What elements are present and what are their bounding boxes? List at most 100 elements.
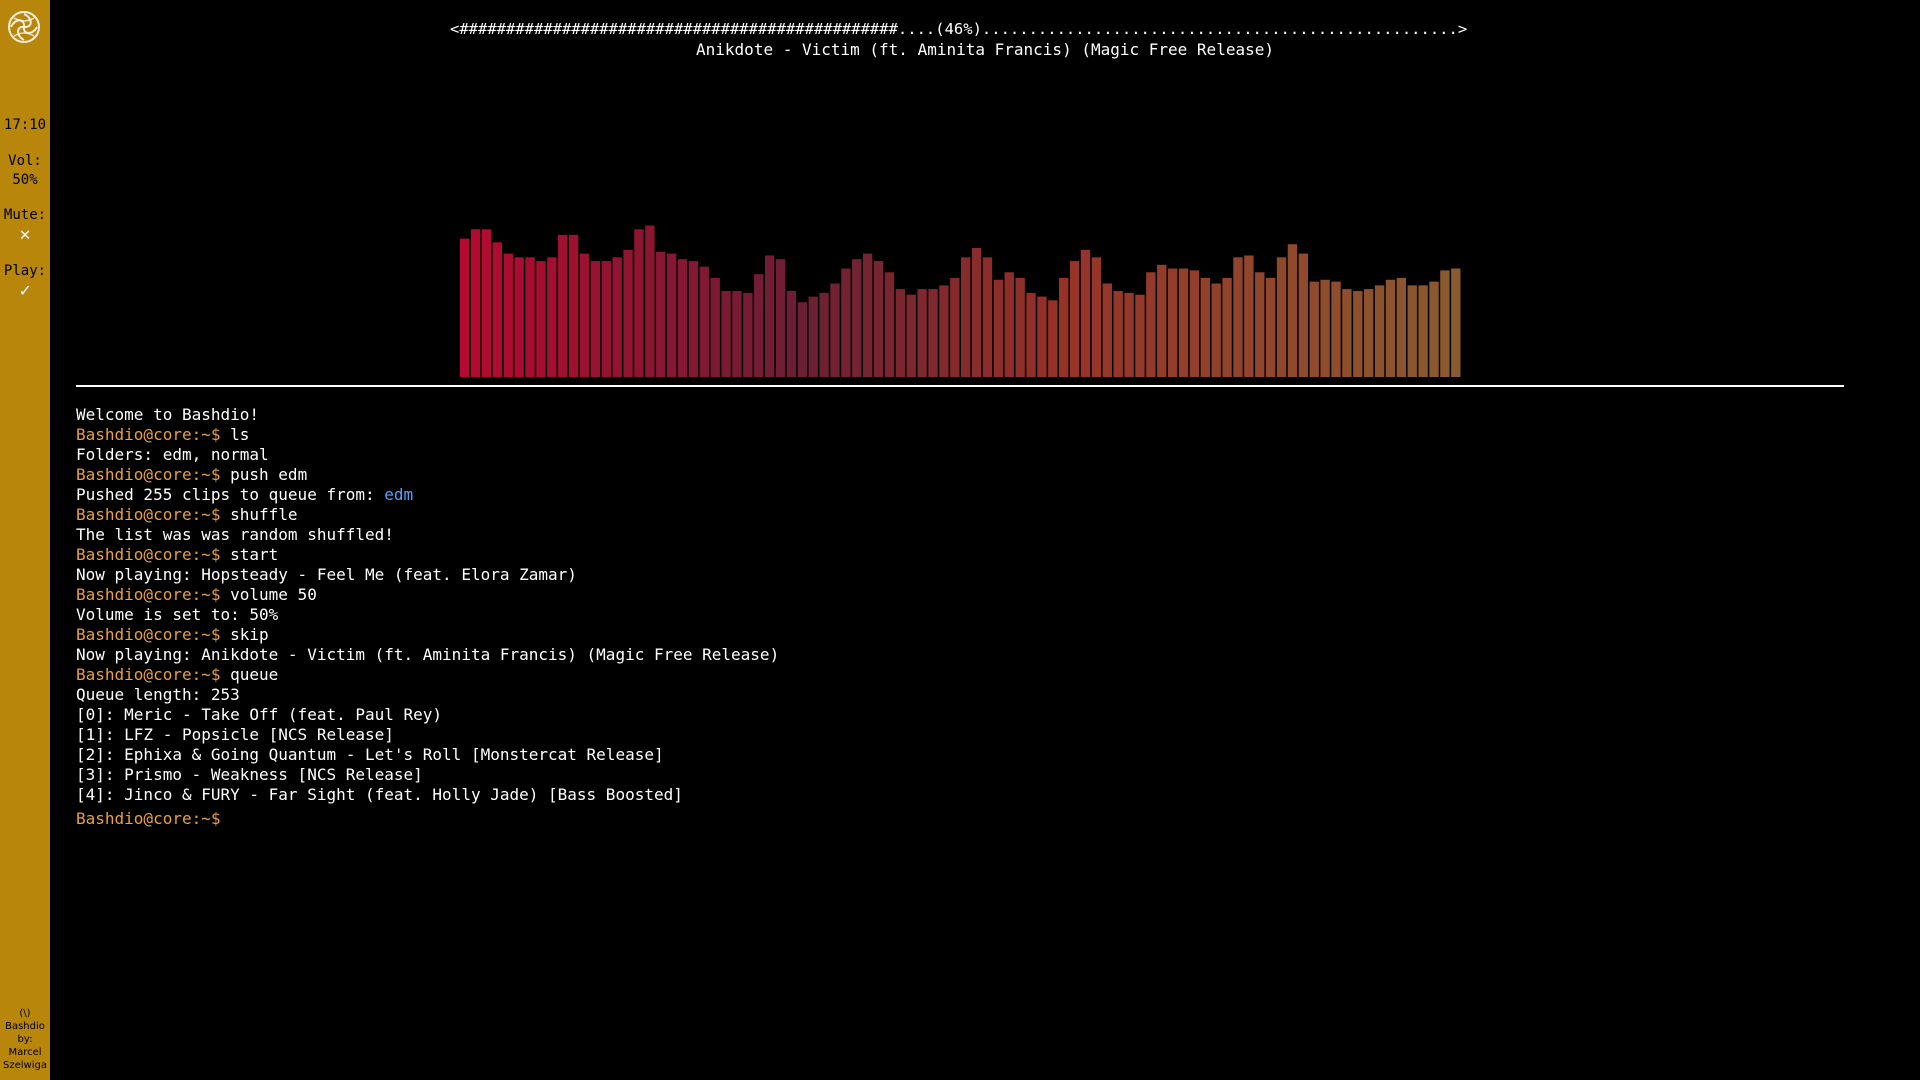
visualizer-bar bbox=[743, 292, 753, 377]
terminal-line: Pushed 255 clips to queue from: edm bbox=[76, 485, 1776, 505]
terminal-output[interactable]: Welcome to Bashdio! Bashdio@core:~$ ls Fol… bbox=[76, 405, 1776, 829]
terminal-line: Folders: edm, normal bbox=[76, 445, 1776, 465]
visualizer-bar bbox=[1320, 279, 1330, 377]
visualizer-bar bbox=[939, 285, 949, 377]
terminal-text: [0]: Meric - Take Off (feat. Paul Rey) bbox=[76, 705, 443, 724]
visualizer-bar bbox=[950, 277, 960, 377]
terminal-command: start bbox=[220, 545, 279, 564]
terminal-prompt: Bashdio@core:~$ bbox=[76, 505, 221, 524]
terminal-line: Queue length: 253 bbox=[76, 685, 1776, 705]
terminal-line: [1]: LFZ - Popsicle [NCS Release] bbox=[76, 725, 1776, 745]
terminal-command: push edm bbox=[220, 465, 308, 484]
terminal-prompt: Bashdio@core:~$ bbox=[76, 545, 221, 564]
credits: (\) Bashdio by: Marcel Szelwiga bbox=[0, 1007, 50, 1072]
visualizer-bar bbox=[666, 253, 677, 377]
visualizer-bar bbox=[688, 261, 699, 377]
swirl-logo-icon[interactable] bbox=[7, 10, 41, 44]
terminal-text: [2]: Ephixa & Going Quantum - Let's Roll… bbox=[76, 745, 664, 764]
visualizer-bar bbox=[1429, 281, 1439, 377]
terminal-line: Bashdio@core:~$ start bbox=[76, 545, 1776, 565]
visualizer-bar bbox=[677, 259, 688, 377]
terminal-line: Bashdio@core:~$ skip bbox=[76, 625, 1776, 645]
cross-icon: ✕ bbox=[19, 224, 31, 245]
terminal-text: Volume is set to: 50% bbox=[76, 605, 279, 624]
visualizer-bar bbox=[1135, 294, 1145, 377]
folder-link[interactable]: edm bbox=[384, 485, 413, 504]
visualizer-bar bbox=[754, 274, 764, 377]
visualizer-bar bbox=[1037, 296, 1047, 377]
volume-indicator[interactable]: Vol: 50% bbox=[0, 152, 50, 190]
visualizer-bar bbox=[1178, 268, 1189, 377]
terminal-line: The list was was random shuffled! bbox=[76, 525, 1776, 545]
visualizer-bar bbox=[1342, 289, 1352, 377]
terminal-text: [3]: Prismo - Weakness [NCS Release] bbox=[76, 765, 423, 784]
visualizer-bar bbox=[1069, 261, 1080, 377]
terminal-line: [2]: Ephixa & Going Quantum - Let's Roll… bbox=[76, 745, 1776, 765]
clock: 17:10 bbox=[3, 117, 47, 133]
visualizer-bar bbox=[601, 261, 611, 377]
visualizer-bar bbox=[775, 259, 786, 377]
terminal-prompt: Bashdio@core:~$ bbox=[76, 625, 221, 644]
terminal-line: Bashdio@core:~$ ls bbox=[76, 425, 1776, 445]
sidebar: 17:10 Vol: 50% Mute: ✕ Play: ✓ (\) Bashd… bbox=[0, 0, 50, 1080]
visualizer-bar bbox=[1211, 283, 1221, 377]
visualizer-bar bbox=[917, 289, 927, 377]
visualizer-bar bbox=[1451, 268, 1461, 377]
visualizer-bar bbox=[1440, 270, 1450, 377]
visualizer-bar bbox=[623, 249, 633, 377]
visualizer-bar bbox=[852, 259, 862, 377]
visualizer-bar bbox=[1091, 257, 1102, 377]
visualizer-bar bbox=[699, 266, 709, 377]
terminal-command: volume 50 bbox=[220, 585, 317, 604]
terminal-line: Volume is set to: 50% bbox=[76, 605, 1776, 625]
terminal-text: The list was was random shuffled! bbox=[76, 525, 394, 544]
terminal-line: Bashdio@core:~$ volume 50 bbox=[76, 585, 1776, 605]
terminal-prompt: Bashdio@core:~$ bbox=[76, 425, 221, 444]
visualizer-bar bbox=[884, 272, 895, 377]
visualizer-bar bbox=[1222, 277, 1232, 377]
mute-toggle[interactable]: Mute: ✕ bbox=[0, 206, 50, 244]
visualizer-bar bbox=[1418, 285, 1428, 377]
terminal-prompt: Bashdio@core:~$ bbox=[76, 665, 221, 684]
terminal-text: Pushed 255 clips to queue from: bbox=[76, 485, 385, 504]
terminal-line: Bashdio@core:~$ push edm bbox=[76, 465, 1776, 485]
progress-bar[interactable]: <#######################################… bbox=[450, 20, 1520, 38]
visualizer-bar bbox=[547, 257, 557, 377]
terminal-text: Queue length: 253 bbox=[76, 685, 240, 704]
visualizer-bar bbox=[1059, 277, 1069, 377]
visualizer-bar bbox=[579, 253, 590, 377]
play-label: Play: bbox=[3, 263, 47, 279]
visualizer-bar bbox=[1048, 300, 1058, 377]
visualizer-bar bbox=[536, 261, 546, 377]
audio-visualizer bbox=[460, 225, 1461, 377]
visualizer-bar bbox=[841, 268, 851, 377]
terminal-line: [0]: Meric - Take Off (feat. Paul Rey) bbox=[76, 705, 1776, 725]
terminal-command: ls bbox=[220, 425, 250, 444]
visualizer-bar bbox=[971, 247, 982, 377]
visualizer-bar bbox=[862, 253, 873, 377]
visualizer-bar bbox=[764, 255, 775, 377]
visualizer-bar bbox=[1276, 257, 1287, 377]
visualizer-bar bbox=[1374, 285, 1385, 377]
visualizer-bar bbox=[1167, 268, 1178, 377]
visualizer-bar bbox=[481, 229, 492, 377]
terminal-line: Bashdio@core:~$ queue bbox=[76, 665, 1776, 685]
play-toggle[interactable]: Play: ✓ bbox=[0, 262, 50, 300]
terminal-input-line[interactable]: Bashdio@core:~$ bbox=[76, 809, 1776, 829]
terminal-current-prompt: Bashdio@core:~$ bbox=[76, 809, 221, 828]
visualizer-bar bbox=[1363, 289, 1374, 377]
visualizer-bar bbox=[1015, 277, 1025, 377]
terminal-prompt: Bashdio@core:~$ bbox=[76, 465, 221, 484]
visualizer-bar bbox=[906, 294, 916, 377]
visualizer-bar bbox=[1407, 285, 1417, 377]
terminal-line: Bashdio@core:~$ shuffle bbox=[76, 505, 1776, 525]
visualizer-bar bbox=[982, 257, 993, 377]
visualizer-bar bbox=[645, 225, 655, 377]
terminal-text: [1]: LFZ - Popsicle [NCS Release] bbox=[76, 725, 394, 744]
visualizer-bar bbox=[1124, 292, 1134, 377]
visualizer-bar bbox=[568, 234, 579, 377]
terminal-text: Folders: edm, normal bbox=[76, 445, 269, 464]
credits-by: by: bbox=[17, 1034, 33, 1045]
visualizer-bar bbox=[514, 257, 524, 377]
terminal-text: Now playing: Hopsteady - Feel Me (feat. … bbox=[76, 565, 577, 584]
